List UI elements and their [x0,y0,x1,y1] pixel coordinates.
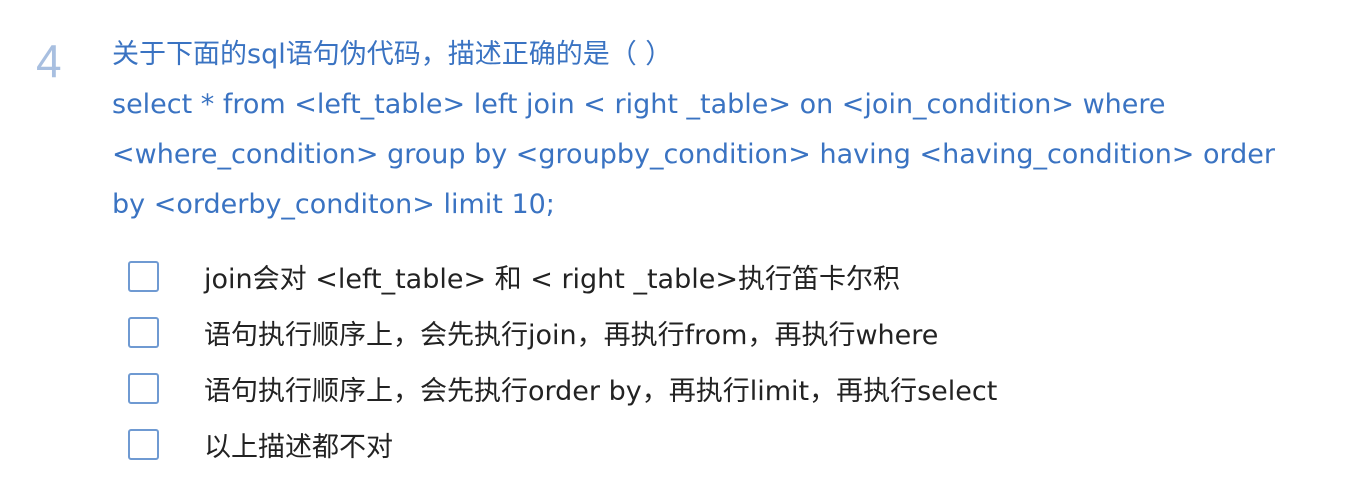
question-stem: 关于下面的sql语句伪代码，描述正确的是（ ） select * from <l… [112,30,1292,230]
option-d-checkbox[interactable] [128,428,159,460]
option-c-checkbox[interactable] [128,372,159,404]
options-list: join会对 <left_table> 和 < right _table>执行笛… [128,248,1228,472]
code-line-3: by <orderby_conditon> limit 10; [112,189,555,220]
code-line-2: <where_condition> group by <groupby_cond… [112,139,1276,170]
option-c[interactable]: 语句执行顺序上，会先执行order by，再执行limit，再执行select [128,360,1228,416]
option-b-checkbox[interactable] [128,316,159,348]
option-d-label: 以上描述都不对 [204,431,393,463]
option-d[interactable]: 以上描述都不对 [128,416,1228,472]
option-b-label: 语句执行顺序上，会先执行join，再执行from，再执行where [204,319,939,351]
option-a[interactable]: join会对 <left_table> 和 < right _table>执行笛… [128,248,1228,304]
option-c-label: 语句执行顺序上，会先执行order by，再执行limit，再执行select [204,375,998,407]
option-a-label: join会对 <left_table> 和 < right _table>执行笛… [204,263,900,295]
option-b[interactable]: 语句执行顺序上，会先执行join，再执行from，再执行where [128,304,1228,360]
code-line-1: select * from <left_table> left join < r… [112,89,1166,120]
question-title: 关于下面的sql语句伪代码，描述正确的是（ ） [112,39,673,70]
option-a-checkbox[interactable] [128,260,159,292]
question-number: 4 [36,35,62,87]
